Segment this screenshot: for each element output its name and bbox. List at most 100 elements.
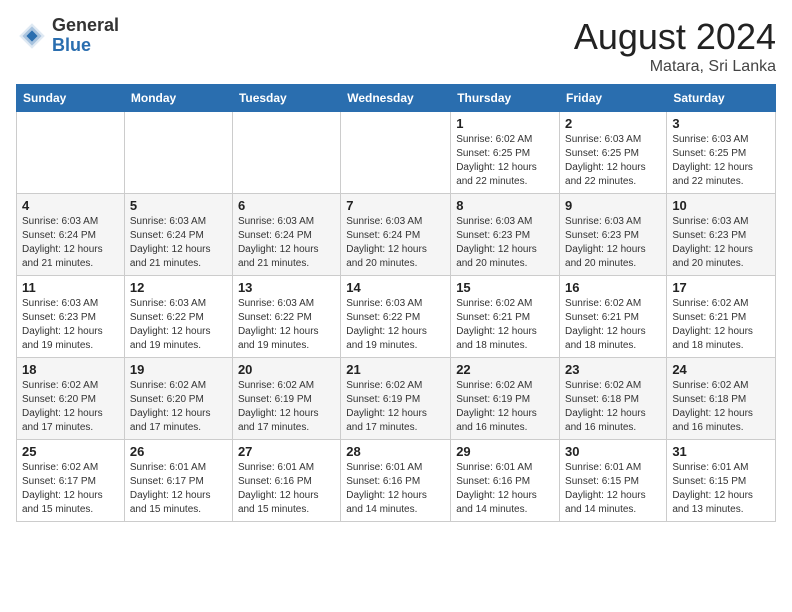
calendar-cell: [341, 112, 451, 194]
day-number: 8: [456, 198, 554, 213]
day-info: Sunrise: 6:01 AM Sunset: 6:16 PM Dayligh…: [238, 461, 335, 517]
day-number: 4: [22, 198, 119, 213]
day-number: 2: [565, 116, 661, 131]
day-number: 6: [238, 198, 335, 213]
logo-icon: [16, 20, 48, 52]
calendar-cell: 16Sunrise: 6:02 AM Sunset: 6:21 PM Dayli…: [560, 276, 667, 358]
calendar-cell: [232, 112, 340, 194]
calendar-cell: [17, 112, 125, 194]
day-info: Sunrise: 6:03 AM Sunset: 6:23 PM Dayligh…: [565, 215, 661, 271]
calendar-cell: 11 Sunrise: 6:03 AM Sunset: 6:23 PM Dayli…: [17, 276, 125, 358]
day-number: 16: [565, 280, 661, 295]
day-info: Sunrise: 6:03 AM Sunset: 6:22 PM Dayligh…: [238, 297, 335, 353]
calendar-cell: 6 Sunrise: 6:03 AM Sunset: 6:24 PM Daylig…: [232, 194, 340, 276]
day-info: Sunrise: 6:03 AM Sunset: 6:23 PM Dayligh…: [456, 215, 554, 271]
calendar-cell: 14 Sunrise: 6:03 AM Sunset: 6:22 PM Dayli…: [341, 276, 451, 358]
calendar-cell: 8 Sunrise: 6:03 AM Sunset: 6:23 PM Daylig…: [451, 194, 560, 276]
calendar-cell: 17Sunrise: 6:02 AM Sunset: 6:21 PM Dayli…: [667, 276, 776, 358]
day-info: Sunrise: 6:03 AM Sunset: 6:24 PM Dayligh…: [346, 215, 445, 271]
calendar-cell: 28 Sunrise: 6:01 AM Sunset: 6:16 PM Dayli…: [341, 440, 451, 522]
calendar-cell: 23 Sunrise: 6:02 AM Sunset: 6:18 PM Dayli…: [560, 358, 667, 440]
day-number: 17: [672, 280, 770, 295]
calendar-cell: 1 Sunrise: 6:02 AM Sunset: 6:25 PM Daylig…: [451, 112, 560, 194]
day-number: 25: [22, 444, 119, 459]
weekday-header-thursday: Thursday: [451, 85, 560, 112]
weekday-header-wednesday: Wednesday: [341, 85, 451, 112]
calendar-cell: 18Sunrise: 6:02 AM Sunset: 6:20 PM Dayli…: [17, 358, 125, 440]
day-info: Sunrise: 6:01 AM Sunset: 6:17 PM Dayligh…: [130, 461, 227, 517]
calendar-cell: 22Sunrise: 6:02 AM Sunset: 6:19 PM Dayli…: [451, 358, 560, 440]
weekday-header-monday: Monday: [124, 85, 232, 112]
calendar-cell: 13 Sunrise: 6:03 AM Sunset: 6:22 PM Dayli…: [232, 276, 340, 358]
day-info: Sunrise: 6:03 AM Sunset: 6:24 PM Dayligh…: [130, 215, 227, 271]
weekday-header-saturday: Saturday: [667, 85, 776, 112]
calendar-cell: 20 Sunrise: 6:02 AM Sunset: 6:19 PM Dayli…: [232, 358, 340, 440]
week-row-3: 11 Sunrise: 6:03 AM Sunset: 6:23 PM Dayli…: [17, 276, 776, 358]
week-row-2: 4 Sunrise: 6:03 AM Sunset: 6:24 PM Daylig…: [17, 194, 776, 276]
day-number: 13: [238, 280, 335, 295]
week-row-5: 25Sunrise: 6:02 AM Sunset: 6:17 PM Dayli…: [17, 440, 776, 522]
calendar-cell: [124, 112, 232, 194]
day-number: 1: [456, 116, 554, 131]
day-info: Sunrise: 6:03 AM Sunset: 6:23 PM Dayligh…: [22, 297, 119, 353]
day-number: 21: [346, 362, 445, 377]
page-header: General Blue August 2024 Matara, Sri Lan…: [16, 16, 776, 76]
day-info: Sunrise: 6:02 AM Sunset: 6:19 PM Dayligh…: [346, 379, 445, 435]
day-info: Sunrise: 6:02 AM Sunset: 6:20 PM Dayligh…: [22, 379, 119, 435]
day-number: 28: [346, 444, 445, 459]
day-info: Sunrise: 6:03 AM Sunset: 6:22 PM Dayligh…: [346, 297, 445, 353]
day-info: Sunrise: 6:02 AM Sunset: 6:19 PM Dayligh…: [456, 379, 554, 435]
day-info: Sunrise: 6:02 AM Sunset: 6:19 PM Dayligh…: [238, 379, 335, 435]
day-info: Sunrise: 6:01 AM Sunset: 6:16 PM Dayligh…: [346, 461, 445, 517]
day-info: Sunrise: 6:03 AM Sunset: 6:24 PM Dayligh…: [238, 215, 335, 271]
day-number: 19: [130, 362, 227, 377]
calendar-cell: 26 Sunrise: 6:01 AM Sunset: 6:17 PM Dayli…: [124, 440, 232, 522]
location: Matara, Sri Lanka: [574, 58, 776, 76]
logo-blue: Blue: [52, 36, 119, 56]
day-info: Sunrise: 6:02 AM Sunset: 6:18 PM Dayligh…: [672, 379, 770, 435]
calendar-cell: 4 Sunrise: 6:03 AM Sunset: 6:24 PM Daylig…: [17, 194, 125, 276]
day-number: 31: [672, 444, 770, 459]
week-row-4: 18Sunrise: 6:02 AM Sunset: 6:20 PM Dayli…: [17, 358, 776, 440]
day-info: Sunrise: 6:02 AM Sunset: 6:20 PM Dayligh…: [130, 379, 227, 435]
calendar-cell: 9Sunrise: 6:03 AM Sunset: 6:23 PM Daylig…: [560, 194, 667, 276]
day-number: 27: [238, 444, 335, 459]
day-number: 12: [130, 280, 227, 295]
day-info: Sunrise: 6:02 AM Sunset: 6:21 PM Dayligh…: [456, 297, 554, 353]
day-number: 10: [672, 198, 770, 213]
day-info: Sunrise: 6:01 AM Sunset: 6:15 PM Dayligh…: [565, 461, 661, 517]
day-number: 15: [456, 280, 554, 295]
day-info: Sunrise: 6:01 AM Sunset: 6:16 PM Dayligh…: [456, 461, 554, 517]
month-year: August 2024: [574, 16, 776, 58]
weekday-header-row: SundayMondayTuesdayWednesdayThursdayFrid…: [17, 85, 776, 112]
day-info: Sunrise: 6:03 AM Sunset: 6:25 PM Dayligh…: [672, 133, 770, 189]
day-info: Sunrise: 6:03 AM Sunset: 6:24 PM Dayligh…: [22, 215, 119, 271]
day-number: 14: [346, 280, 445, 295]
calendar-cell: 10 Sunrise: 6:03 AM Sunset: 6:23 PM Dayli…: [667, 194, 776, 276]
day-info: Sunrise: 6:03 AM Sunset: 6:25 PM Dayligh…: [565, 133, 661, 189]
day-number: 30: [565, 444, 661, 459]
day-number: 26: [130, 444, 227, 459]
day-info: Sunrise: 6:01 AM Sunset: 6:15 PM Dayligh…: [672, 461, 770, 517]
day-info: Sunrise: 6:02 AM Sunset: 6:18 PM Dayligh…: [565, 379, 661, 435]
calendar-cell: 2 Sunrise: 6:03 AM Sunset: 6:25 PM Daylig…: [560, 112, 667, 194]
calendar-cell: 29 Sunrise: 6:01 AM Sunset: 6:16 PM Dayli…: [451, 440, 560, 522]
calendar-cell: 7Sunrise: 6:03 AM Sunset: 6:24 PM Daylig…: [341, 194, 451, 276]
calendar-cell: 21 Sunrise: 6:02 AM Sunset: 6:19 PM Dayli…: [341, 358, 451, 440]
day-number: 20: [238, 362, 335, 377]
day-info: Sunrise: 6:03 AM Sunset: 6:23 PM Dayligh…: [672, 215, 770, 271]
day-info: Sunrise: 6:02 AM Sunset: 6:25 PM Dayligh…: [456, 133, 554, 189]
day-number: 11: [22, 280, 119, 295]
calendar-cell: 27 Sunrise: 6:01 AM Sunset: 6:16 PM Dayli…: [232, 440, 340, 522]
day-number: 3: [672, 116, 770, 131]
day-number: 23: [565, 362, 661, 377]
calendar-cell: 24Sunrise: 6:02 AM Sunset: 6:18 PM Dayli…: [667, 358, 776, 440]
calendar-cell: 3 Sunrise: 6:03 AM Sunset: 6:25 PM Daylig…: [667, 112, 776, 194]
calendar-cell: 15 Sunrise: 6:02 AM Sunset: 6:21 PM Dayli…: [451, 276, 560, 358]
logo: General Blue: [16, 16, 119, 56]
weekday-header-tuesday: Tuesday: [232, 85, 340, 112]
day-number: 29: [456, 444, 554, 459]
calendar-cell: 12Sunrise: 6:03 AM Sunset: 6:22 PM Dayli…: [124, 276, 232, 358]
logo-text: General Blue: [52, 16, 119, 56]
logo-general: General: [52, 16, 119, 36]
